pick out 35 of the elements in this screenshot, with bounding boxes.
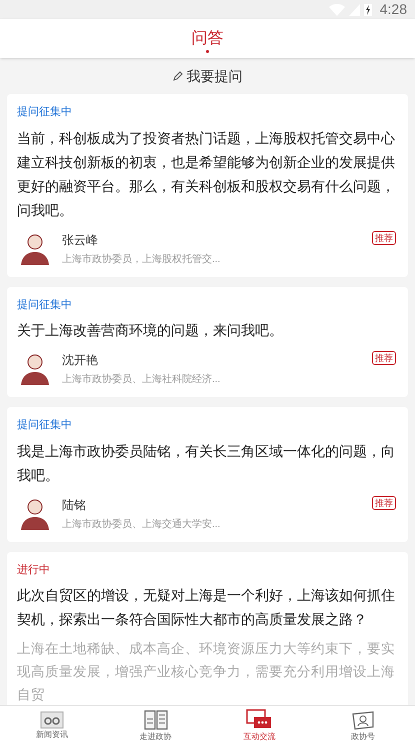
question-text: 当前，科创板成为了投资者热门话题，上海股权托管交易中心建立科技创新板的初衷，也是希望能够为创新企业的发展提供更好的融资平台。那么，有关科创板和股权交易有什么问题，问我吧。	[17, 128, 396, 220]
question-text: 关于上海改善营商环境的问题，来问我吧。	[17, 321, 284, 340]
status-label: 进行中	[17, 562, 51, 578]
question-card[interactable]: 进行中 此次自贸区的增设，无疑对上海是一个利好，上海该如何抓住契机，探索出一条符合国际性大都市的高质量发展之路？ 上海在土地稀缺、成本高企、环境资源压力大等约束下，要实现高质量发展，增强产业核心竞争力，需要充分利用增设上海自贸	[7, 552, 408, 705]
book-icon	[142, 709, 169, 731]
question-card[interactable]: 提问征集中 关于上海改善营商环境的问题，来问我吧。 沈开艳 上海市政协委员、上海社科院经济... 推荐	[7, 286, 408, 397]
status-label: 提问征集中	[17, 105, 73, 120]
question-card[interactable]: 提问征集中 当前，科创板成为了投资者热门话题，上海股权托管交易中心建立科技创新板的初衷，也是希望能够为创新企业的发展提供更好的融资平台。那么，有关科创板和股权交易有什么问题，问我吧。 张云峰 上海市政协委员，上海股权托管交... 推荐	[7, 94, 408, 276]
question-text: 此次自贸区的增设，无疑对上海是一个利好，上海该如何抓住契机，探索出一条符合国际性大都市的高质量发展之路？	[17, 586, 396, 629]
recommended-tag: 推荐	[372, 496, 396, 510]
status-label: 提问征集中	[17, 418, 73, 433]
header-tab[interactable]: 问答	[192, 26, 224, 50]
status-label: 提问征集中	[17, 298, 73, 312]
expert-name: 沈开艳	[62, 352, 99, 369]
pencil-icon	[172, 71, 182, 81]
chat-icon	[246, 709, 272, 731]
id-card-icon	[350, 709, 376, 731]
question-card[interactable]: 提问征集中 我是上海市政协委员陆铭，有关长三角区域一体化的问题，向我吧。 陆铭 上海市政协委员、上海交通大学安... 推荐	[7, 407, 408, 542]
nav-tab[interactable]: 互动交流	[208, 706, 312, 746]
nav-tab[interactable]: 政协号	[311, 706, 415, 746]
nav-tab[interactable]: 新闻资讯	[0, 706, 104, 746]
expert-title: 上海市政协委员，上海股权托管交...	[62, 252, 222, 266]
ask-question-button[interactable]: 我要提问	[0, 58, 415, 94]
expert-title: 上海市政协委员、上海交通大学安...	[62, 518, 222, 532]
recommended-tag: 推荐	[372, 230, 396, 244]
nav-tab[interactable]: 走进政协	[104, 706, 208, 746]
battery-charging-icon	[364, 3, 372, 16]
expert-title: 上海市政协委员、上海社科院经济...	[62, 372, 222, 387]
question-text: 我是上海市政协委员陆铭，有关长三角区域一体化的问题，向我吧。	[17, 442, 396, 484]
status-time: 4:28	[380, 0, 407, 19]
answer-excerpt: 上海在土地稀缺、成本高企、环境资源压力大等约束下，要实现高质量发展，增强产业核心竞争力，需要充分利用增设上海自贸	[17, 640, 396, 704]
recommended-tag: 推荐	[372, 351, 396, 365]
expert-name: 张云峰	[62, 232, 99, 248]
expert-name: 陆铭	[62, 496, 87, 514]
glasses-icon	[40, 711, 64, 729]
